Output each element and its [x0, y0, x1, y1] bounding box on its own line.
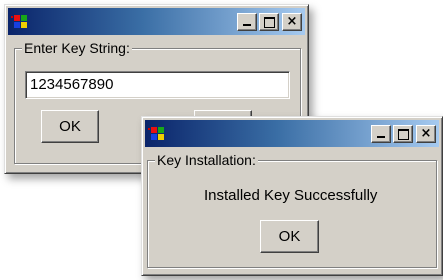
group-label: Enter Key String:	[22, 40, 132, 56]
installation-window: × Key Installation: Installed Key Succes…	[141, 116, 443, 276]
minimize-icon	[243, 24, 251, 26]
maximize-button[interactable]	[393, 125, 413, 143]
windows-flag-icon	[11, 15, 27, 28]
minimize-button[interactable]	[237, 13, 257, 31]
windows-flag-icon	[148, 127, 164, 140]
minimize-icon	[377, 136, 385, 138]
maximize-icon	[398, 129, 409, 140]
ok-button[interactable]: OK	[41, 110, 99, 143]
ok-button-label: OK	[59, 118, 81, 135]
key-entry-titlebar[interactable]: ×	[8, 8, 305, 35]
ok-button[interactable]: OK	[260, 220, 319, 253]
close-icon: ×	[286, 14, 298, 29]
maximize-button[interactable]	[259, 13, 279, 31]
close-button[interactable]: ×	[282, 13, 302, 31]
success-message: Installed Key Successfully	[204, 187, 378, 204]
maximize-icon	[264, 17, 275, 28]
installation-titlebar[interactable]: ×	[145, 120, 439, 147]
ok-button-label: OK	[278, 228, 301, 245]
close-icon: ×	[420, 126, 432, 141]
minimize-button[interactable]	[371, 125, 391, 143]
group-label: Key Installation:	[155, 152, 258, 168]
close-button[interactable]: ×	[416, 125, 436, 143]
key-string-input[interactable]: 1234567890	[25, 71, 290, 99]
